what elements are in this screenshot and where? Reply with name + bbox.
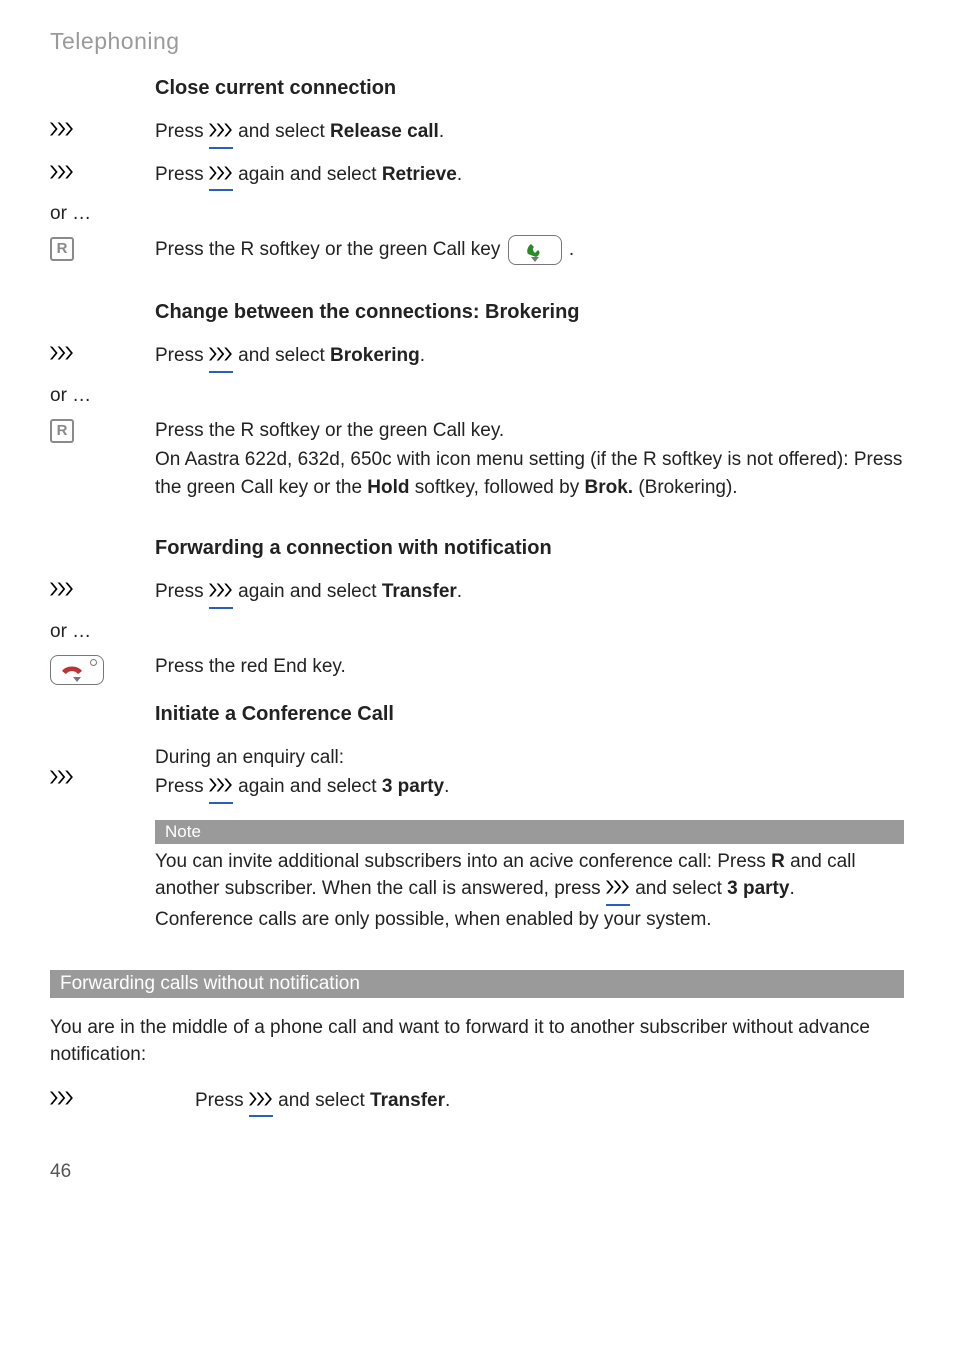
- step-conference: During an enquiry call: Press again and …: [155, 744, 904, 806]
- r-softkey-icon: R: [50, 237, 74, 261]
- step-brokering-alt: Press the R softkey or the green Call ke…: [155, 417, 904, 504]
- step-brokering: Press and select Brokering.: [155, 342, 904, 375]
- page-number: 46: [50, 1161, 904, 1183]
- call-key-icon: [508, 235, 562, 265]
- step-retrieve: Press again and select Retrieve.: [155, 161, 904, 194]
- end-key-icon: [50, 655, 104, 685]
- fwd-without-intro: You are in the middle of a phone call an…: [50, 1014, 904, 1069]
- chevrons-icon: [209, 163, 233, 192]
- section-band-fwd-without: Forwarding calls without notification: [50, 970, 904, 998]
- chevrons-icon: [50, 1089, 74, 1112]
- r-softkey-icon: R: [50, 419, 74, 443]
- step-release-call: Press and select Release call.: [155, 118, 904, 151]
- note-body: You can invite additional subscribers in…: [155, 848, 904, 934]
- heading-brokering: Change between the connections: Brokerin…: [155, 301, 904, 324]
- chevrons-icon: [50, 580, 74, 603]
- or-label: or …: [50, 203, 904, 225]
- or-label: or …: [50, 621, 904, 643]
- chevrons-icon: [606, 877, 630, 906]
- running-head: Telephoning: [50, 28, 904, 55]
- note-label: Note: [155, 820, 904, 844]
- step-end-key: Press the red End key.: [155, 653, 904, 683]
- step-fwd-without-transfer: Press and select Transfer.: [155, 1087, 904, 1120]
- chevrons-icon: [209, 344, 233, 373]
- chevrons-icon: [50, 344, 74, 367]
- chevrons-icon: [50, 163, 74, 186]
- step-transfer: Press again and select Transfer.: [155, 578, 904, 611]
- heading-close-connection: Close current connection: [155, 77, 904, 100]
- heading-conference: Initiate a Conference Call: [155, 703, 904, 726]
- chevrons-icon: [50, 120, 74, 143]
- chevrons-icon: [249, 1089, 273, 1118]
- or-label: or …: [50, 385, 904, 407]
- chevrons-icon: [209, 775, 233, 804]
- chevrons-icon: [209, 120, 233, 149]
- chevrons-icon: [209, 580, 233, 609]
- step-r-or-call-key: Press the R softkey or the green Call ke…: [155, 235, 904, 267]
- heading-fwd-notif: Forwarding a connection with notificatio…: [155, 537, 904, 560]
- chevrons-icon: [50, 768, 74, 791]
